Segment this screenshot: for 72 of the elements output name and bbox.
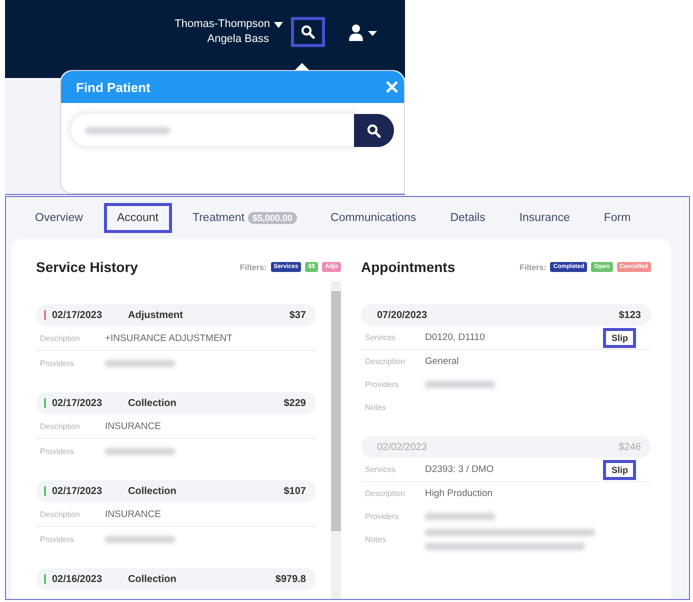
field-label: Notes <box>365 403 387 412</box>
section-title: Appointments <box>361 259 456 275</box>
field-label: Providers <box>40 534 75 544</box>
entry-amount: $979.8 <box>275 574 306 584</box>
field-value: General <box>425 356 459 367</box>
entry-date: 02/17/2023 <box>52 486 104 496</box>
close-icon[interactable] <box>386 81 398 93</box>
field-label: Providers <box>40 358 75 368</box>
tab[interactable]: Communications <box>318 203 430 233</box>
entry-date: 02/02/2023 <box>377 442 428 452</box>
blurred-text <box>105 448 175 454</box>
entry-type: Adjustment <box>128 310 184 320</box>
entry-amount: $246 <box>618 442 641 452</box>
practice-name[interactable]: Thomas-Thompson <box>174 17 270 32</box>
section-title: Service History <box>36 259 138 275</box>
slip-button[interactable]: Slip <box>603 328 636 348</box>
entry-date: 02/17/2023 <box>52 398 104 408</box>
field-value: +INSURANCE ADJUSTMENT <box>105 332 232 344</box>
tab[interactable]: Form <box>590 203 644 233</box>
search-icon <box>301 25 315 39</box>
entry-amount: $107 <box>284 486 306 496</box>
entry-amount: $37 <box>289 310 306 320</box>
field-label: Description <box>40 510 82 518</box>
field-label: Description <box>40 422 82 430</box>
search-button[interactable] <box>354 114 394 147</box>
field-value: D2393: 3 / DMO <box>425 464 494 475</box>
field-label: Notes <box>365 535 387 544</box>
field-label: Description <box>40 334 82 342</box>
blurred-text <box>105 536 175 542</box>
blurred-text <box>425 381 495 388</box>
field-label: Description <box>365 489 406 498</box>
field-value: High Production <box>425 488 493 499</box>
field-value: INSURANCE <box>105 508 161 520</box>
entry-amount: $229 <box>284 398 306 408</box>
search-icon <box>367 124 381 138</box>
entry-date: 07/20/2023 <box>377 310 428 320</box>
filters-label: Filters: <box>240 262 267 272</box>
tab[interactable]: Insurance <box>506 203 583 233</box>
user-menu-icon[interactable] <box>349 24 379 42</box>
field-label: Providers <box>365 512 400 521</box>
entry-header[interactable]: 02/16/2023 Collection $979.8 <box>36 568 316 590</box>
field-label: Description <box>365 357 406 366</box>
tab[interactable]: Treatment $5,000.00 <box>180 203 310 233</box>
field-label: Providers <box>40 446 75 456</box>
blurred-text <box>105 360 175 366</box>
field-label: Services <box>365 465 397 474</box>
amount-badge: $5,000.00 <box>248 212 297 224</box>
tab[interactable]: Details <box>437 203 498 233</box>
scrollbar[interactable] <box>331 281 341 599</box>
entry-type: Collection <box>128 574 178 584</box>
entry-type: Collection <box>128 486 178 496</box>
user-name: Angela Bass <box>207 32 269 47</box>
entry-header[interactable]: 07/20/2023 $123 <box>361 304 651 326</box>
caret-icon[interactable] <box>274 22 283 28</box>
entry-type: Collection <box>128 398 178 408</box>
entry-header[interactable]: 02/17/2023 Adjustment $37 <box>36 304 316 326</box>
slip-button[interactable]: Slip <box>603 460 636 480</box>
field-value: INSURANCE <box>105 420 161 432</box>
filters-label: Filters: <box>520 262 546 272</box>
blurred-text <box>425 513 495 520</box>
field-label: Services <box>365 333 397 342</box>
field-label: Providers <box>365 380 400 389</box>
popup-title: Find Patient <box>76 80 150 94</box>
tab[interactable]: Account <box>104 203 172 233</box>
entry-amount: $123 <box>618 310 641 320</box>
entry-date: 02/16/2023 <box>52 574 104 584</box>
entry-header[interactable]: 02/17/2023 Collection $229 <box>36 392 316 414</box>
field-value: D0120, D1110 <box>425 332 485 343</box>
entry-header[interactable]: 02/17/2023 Collection $107 <box>36 480 316 502</box>
tab[interactable]: Overview <box>22 203 96 233</box>
entry-date: 02/17/2023 <box>52 310 104 320</box>
search-button[interactable] <box>291 17 325 47</box>
